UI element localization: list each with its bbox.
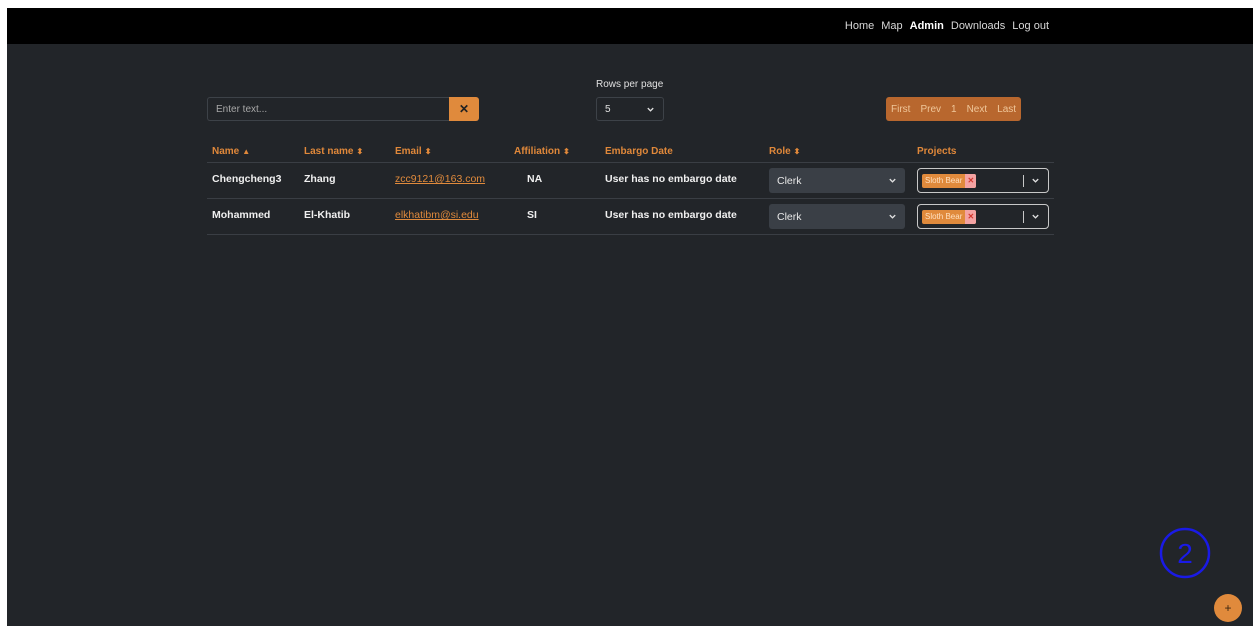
table-row: Chengcheng3 Zhang zcc9121@163.com NA Use… [207,163,1054,199]
page-prev-button[interactable]: Prev [915,97,946,121]
chevron-down-icon[interactable] [1031,212,1040,221]
table-header: Name ▲ Last name ⬍ Email ⬍ Affiliation ⬍ Emb… [207,143,1054,163]
pagination: First Prev 1 Next Last [886,97,1022,121]
projects-multiselect[interactable]: Sloth Bear ✕ [917,204,1049,229]
nav-links: Home Map Admin Downloads Log out [845,8,1049,44]
search-input[interactable] [207,97,449,121]
header-projects: Projects [917,146,957,157]
step-number-badge: 2 [1159,527,1211,579]
header-name[interactable]: Name ▲ [212,146,250,157]
separator [1023,211,1024,223]
step-number-text: 2 [1177,538,1193,569]
cell-affiliation: NA [527,173,543,185]
cell-embargo-date: User has no embargo date [605,173,737,185]
x-icon: ✕ [458,102,470,116]
cell-embargo-date: User has no embargo date [605,209,737,221]
cell-name: Chengcheng3 [212,173,282,185]
remove-tag-icon[interactable]: ✕ [965,209,977,224]
role-select[interactable]: Clerk [769,204,905,229]
remove-tag-icon[interactable]: ✕ [965,173,977,188]
add-button[interactable]: + [1214,594,1242,622]
sort-icon: ⬍ [424,147,432,156]
users-table: Name ▲ Last name ⬍ Email ⬍ Affiliation ⬍ Emb… [207,143,1054,235]
projects-multiselect[interactable]: Sloth Bear ✕ [917,168,1049,193]
role-value: Clerk [777,210,802,223]
app-window: Home Map Admin Downloads Log out ✕ Rows … [7,8,1253,626]
search-bar: ✕ [207,97,479,121]
cell-email: zcc9121@163.com [395,173,485,185]
page-first-button[interactable]: First [886,97,915,121]
chevron-down-icon [647,107,654,112]
role-select[interactable]: Clerk [769,168,905,193]
project-tag-label: Sloth Bear [925,212,963,221]
sort-icon: ⬍ [563,147,570,156]
cell-last-name: Zhang [304,173,336,185]
nav-home-link[interactable]: Home [845,20,874,32]
sort-icon: ⬍ [793,147,801,156]
header-embargo-date: Embargo Date [605,146,673,157]
role-value: Clerk [777,174,802,187]
cell-name: Mohammed [212,209,271,221]
clear-search-button[interactable]: ✕ [449,97,479,121]
sort-asc-icon: ▲ [242,147,251,156]
nav-map-link[interactable]: Map [881,20,902,32]
table-row: Mohammed El-Khatib elkhatibm@si.edu SI U… [207,199,1054,235]
rows-per-page-select[interactable]: 5 [596,97,664,121]
chevron-down-icon [889,178,896,183]
chevron-down-icon[interactable] [1031,176,1040,185]
project-tag: Sloth Bear ✕ [922,209,977,224]
email-link[interactable]: zcc9121@163.com [395,173,485,185]
nav-admin-link[interactable]: Admin [910,20,944,32]
project-tag: Sloth Bear ✕ [922,173,977,188]
cell-affiliation: SI [527,209,537,221]
header-affiliation[interactable]: Affiliation ⬍ [514,146,570,157]
top-navbar: Home Map Admin Downloads Log out [7,8,1253,44]
rows-per-page-value: 5 [605,103,611,115]
cell-email: elkhatibm@si.edu [395,209,479,221]
page-number-button[interactable]: 1 [946,97,962,121]
chevron-down-icon [889,214,896,219]
project-tag-label: Sloth Bear [925,176,963,185]
nav-logout-link[interactable]: Log out [1012,20,1049,32]
header-email[interactable]: Email ⬍ [395,146,431,157]
nav-downloads-link[interactable]: Downloads [951,20,1005,32]
email-link[interactable]: elkhatibm@si.edu [395,209,479,221]
sort-icon: ⬍ [356,147,364,156]
rows-per-page-label: Rows per page [596,79,664,90]
page-next-button[interactable]: Next [962,97,993,121]
separator [1023,175,1024,187]
cell-last-name: El-Khatib [304,209,351,221]
header-last-name[interactable]: Last name ⬍ [304,146,363,157]
header-role[interactable]: Role ⬍ [769,146,800,157]
page-last-button[interactable]: Last [992,97,1021,121]
